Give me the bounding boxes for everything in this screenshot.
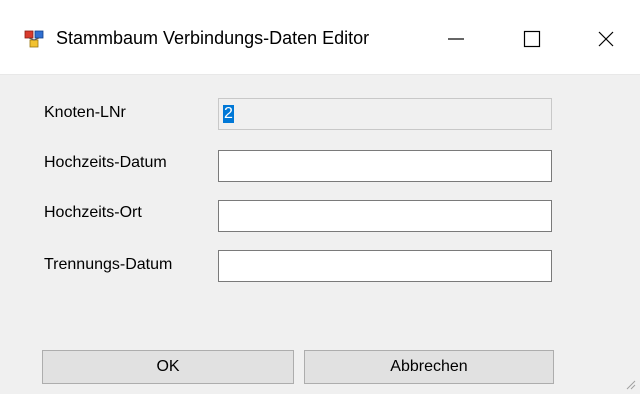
knoten-lnr-field[interactable]: 2 bbox=[218, 98, 552, 130]
cancel-button[interactable]: Abbrechen bbox=[304, 350, 554, 384]
editor-window: Stammbaum Verbindungs-Daten Editor Knote… bbox=[0, 0, 640, 394]
minimize-icon bbox=[448, 38, 464, 40]
trennungs-datum-field[interactable] bbox=[218, 250, 552, 282]
trennungs-datum-label: Trennungs-Datum bbox=[44, 256, 173, 273]
hochzeits-ort-field[interactable] bbox=[218, 200, 552, 232]
close-icon bbox=[598, 31, 614, 47]
hochzeits-datum-label: Hochzeits-Datum bbox=[44, 154, 167, 171]
ok-button[interactable]: OK bbox=[42, 350, 294, 384]
title-bar[interactable]: Stammbaum Verbindungs-Daten Editor bbox=[0, 0, 640, 75]
close-button[interactable] bbox=[576, 14, 636, 64]
maximize-button[interactable] bbox=[502, 14, 562, 64]
hochzeits-ort-label: Hochzeits-Ort bbox=[44, 204, 142, 221]
resize-grip-icon[interactable] bbox=[624, 378, 636, 390]
tree-app-icon bbox=[24, 30, 44, 48]
maximize-icon bbox=[523, 30, 541, 48]
knoten-lnr-label: Knoten-LNr bbox=[44, 104, 126, 121]
hochzeits-datum-field[interactable] bbox=[218, 150, 552, 182]
window-title: Stammbaum Verbindungs-Daten Editor bbox=[56, 28, 370, 48]
minimize-button[interactable] bbox=[426, 14, 486, 64]
knoten-lnr-value: 2 bbox=[223, 105, 234, 123]
